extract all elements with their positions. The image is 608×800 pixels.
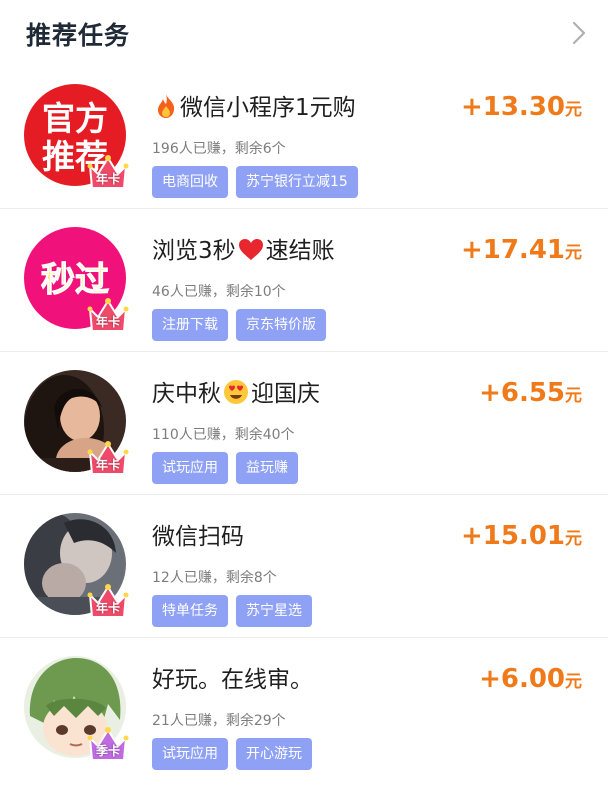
task-tag: 试玩应用 <box>152 738 228 770</box>
task-avatar: 年卡 <box>24 513 129 618</box>
fire-icon <box>154 93 178 125</box>
chevron-right-icon[interactable] <box>568 18 590 48</box>
task-avatar: 秒过 年卡 <box>24 227 129 332</box>
task-tag: 电商回收 <box>152 166 228 198</box>
task-stats: 196人已赚，剩余6个 <box>152 141 286 157</box>
task-title: 微信小程序1元购 <box>152 88 356 125</box>
task-reward: +15.01元 <box>460 521 582 551</box>
task-item[interactable]: 秒过 年卡 浏览3秒 速结账 46人已赚，剩余10个 注册下载 京东特价版 +17… <box>0 209 608 352</box>
task-avatar: 年卡 <box>24 370 129 475</box>
task-item[interactable]: 季卡 好玩。在线审。 21人已赚，剩余29个 试玩应用 开心游玩 +6.00元 <box>0 638 608 781</box>
task-tag: 开心游玩 <box>236 738 312 770</box>
heart-eyes-emoji-icon <box>223 379 249 411</box>
task-tags: 特单任务 苏宁星选 <box>152 595 312 627</box>
badge-label: 年卡 <box>95 458 120 472</box>
task-list: 官方 推荐 年卡 微信小程序1元购 196人已赚，剩余6个 电商回收 苏宁银行立… <box>0 66 608 781</box>
task-tag: 益玩赚 <box>236 452 298 484</box>
task-reward: +6.55元 <box>479 378 582 408</box>
badge-label: 年卡 <box>95 315 120 329</box>
task-title: 好玩。在线审。 <box>152 667 313 693</box>
task-reward: +17.41元 <box>460 235 582 265</box>
badge-label: 年卡 <box>95 601 120 615</box>
task-tag: 试玩应用 <box>152 452 228 484</box>
task-tags: 电商回收 苏宁银行立减15 <box>152 166 358 198</box>
task-title: 微信扫码 <box>152 524 244 550</box>
task-tag: 京东特价版 <box>236 309 326 341</box>
task-tags: 试玩应用 益玩赚 <box>152 452 298 484</box>
task-stats: 46人已赚，剩余10个 <box>152 284 286 300</box>
task-tags: 注册下载 京东特价版 <box>152 309 326 341</box>
task-stats: 12人已赚，剩余8个 <box>152 570 277 586</box>
crown-badge-icon: 年卡 <box>86 295 130 337</box>
task-title: 庆中秋 迎国庆 <box>152 374 320 411</box>
task-tag: 注册下载 <box>152 309 228 341</box>
crown-badge-icon: 年卡 <box>86 581 130 623</box>
crown-badge-icon: 季卡 <box>86 724 130 766</box>
badge-label: 年卡 <box>95 172 120 186</box>
task-item[interactable]: 年卡 庆中秋 迎国庆 110人已赚，剩余40个 试玩应用 益玩赚 +6.55元 <box>0 352 608 495</box>
task-reward: +6.00元 <box>479 664 582 694</box>
avatar-text: 秒过 <box>41 260 109 300</box>
task-stats: 110人已赚，剩余40个 <box>152 427 295 443</box>
avatar-text: 官方 <box>42 99 108 138</box>
task-stats: 21人已赚，剩余29个 <box>152 713 286 729</box>
section-title: 推荐任务 <box>26 21 131 50</box>
task-tag: 苏宁银行立减15 <box>236 166 358 198</box>
crown-badge-icon: 年卡 <box>86 152 130 194</box>
section-header: 推荐任务 <box>0 0 608 66</box>
task-avatar: 官方 推荐 年卡 <box>24 84 129 189</box>
heart-icon <box>238 238 264 268</box>
task-tag: 苏宁星选 <box>236 595 312 627</box>
task-item[interactable]: 官方 推荐 年卡 微信小程序1元购 196人已赚，剩余6个 电商回收 苏宁银行立… <box>0 66 608 209</box>
badge-label: 季卡 <box>95 744 120 758</box>
task-tag: 特单任务 <box>152 595 228 627</box>
task-reward: +13.30元 <box>460 92 582 122</box>
task-item[interactable]: 年卡 微信扫码 12人已赚，剩余8个 特单任务 苏宁星选 +15.01元 <box>0 495 608 638</box>
task-title: 浏览3秒 速结账 <box>152 231 335 268</box>
task-tags: 试玩应用 开心游玩 <box>152 738 312 770</box>
task-avatar: 季卡 <box>24 656 129 761</box>
crown-badge-icon: 年卡 <box>86 438 130 480</box>
